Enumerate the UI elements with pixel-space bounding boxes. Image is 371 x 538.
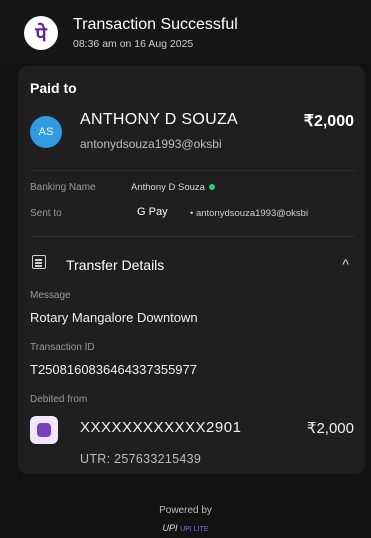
logo-letter: पे xyxy=(35,21,47,46)
verified-dot-icon xyxy=(208,184,215,191)
sent-to-label: Sent to xyxy=(30,208,62,219)
transfer-details-toggle[interactable]: Transfer Details xyxy=(66,257,164,273)
message-label: Message xyxy=(30,290,71,301)
upi-logo-icon: UPI UPI LITE xyxy=(162,523,209,533)
transaction-id-value[interactable]: T2508160836464337355977 xyxy=(30,362,197,377)
sent-to-vpa: • antonydsouza1993@oksbi xyxy=(190,208,309,219)
bank-icon xyxy=(30,416,58,444)
banking-name-label: Banking Name xyxy=(30,182,96,193)
paid-amount: ₹2,000 xyxy=(303,113,354,130)
chevron-up-icon[interactable]: ^ xyxy=(342,256,349,272)
message-value: Rotary Mangalore Downtown xyxy=(30,310,198,325)
banking-name-value: Anthony D Souza xyxy=(131,182,215,193)
divider xyxy=(30,170,355,171)
gpay-logo-icon: G Pay xyxy=(137,206,168,218)
utr-number[interactable]: UTR: 257633215439 xyxy=(80,452,201,466)
transaction-id-label: Transaction ID xyxy=(30,342,95,353)
payee-name: ANTHONY D SOUZA xyxy=(80,111,238,128)
transaction-datetime: 08:36 am on 16 Aug 2025 xyxy=(73,38,194,50)
phonepe-logo-icon: पे xyxy=(24,16,58,50)
debited-from-label: Debited from xyxy=(30,394,88,405)
header-bar: पे Transaction Successful 08:36 am on 16… xyxy=(0,0,371,64)
divider xyxy=(30,236,355,237)
powered-by-label: Powered by xyxy=(159,505,212,516)
account-number: XXXXXXXXXXXX2901 xyxy=(80,419,242,436)
avatar: AS xyxy=(30,116,62,148)
payee-vpa: antonydsouza1993@oksbi xyxy=(80,137,222,151)
debited-amount: ₹2,000 xyxy=(306,420,354,437)
avatar-initials: AS xyxy=(38,126,54,138)
page-title: Transaction Successful xyxy=(73,16,238,33)
paid-to-label: Paid to xyxy=(30,80,77,96)
document-icon xyxy=(32,255,46,269)
